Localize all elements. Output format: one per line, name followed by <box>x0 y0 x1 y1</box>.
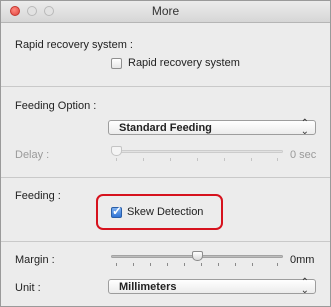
margin-slider-tick <box>133 263 134 266</box>
more-dialog-window: More Rapid recovery system : Rapid recov… <box>0 0 331 307</box>
margin-slider-tick <box>150 263 151 266</box>
rapid-recovery-checkbox-label[interactable]: Rapid recovery system <box>128 57 240 69</box>
margin-value: 0mm <box>290 254 315 266</box>
margin-slider-tick <box>184 263 185 266</box>
margin-slider-tick <box>277 263 278 266</box>
section-divider <box>1 86 330 87</box>
feeding-section-label: Feeding : <box>15 190 61 202</box>
margin-slider-tick <box>218 263 219 266</box>
delay-slider-thumb[interactable] <box>111 146 122 156</box>
delay-slider-tick <box>197 158 198 161</box>
margin-slider-tick <box>235 263 236 266</box>
delay-value: 0 sec <box>290 149 317 161</box>
margin-slider[interactable] <box>111 249 283 269</box>
delay-slider-tick <box>224 158 225 161</box>
margin-slider-thumb[interactable] <box>192 251 203 261</box>
rapid-recovery-checkbox[interactable] <box>111 58 122 69</box>
select-arrows-icon: ⌃ ⌄ <box>300 277 309 296</box>
margin-slider-tick <box>167 263 168 266</box>
delay-slider-track <box>111 150 283 153</box>
margin-slider-tick <box>252 263 253 266</box>
unit-select[interactable]: Millimeters ⌃ ⌄ <box>108 277 316 296</box>
select-arrows-icon: ⌃ ⌄ <box>300 118 309 137</box>
feeding-option-select-value: Standard Feeding <box>119 122 212 134</box>
delay-slider-tick <box>277 158 278 161</box>
margin-slider-tick <box>201 263 202 266</box>
unit-label: Unit : <box>15 282 41 294</box>
delay-slider-tick <box>170 158 171 161</box>
delay-label: Delay : <box>15 149 50 161</box>
section-divider <box>1 241 330 242</box>
delay-slider-tick <box>251 158 252 161</box>
rapid-recovery-section-label: Rapid recovery system : <box>15 39 133 51</box>
unit-select-value: Millimeters <box>119 281 177 293</box>
delay-slider-tick <box>116 158 117 161</box>
delay-slider[interactable] <box>111 144 283 164</box>
delay-slider-tick <box>143 158 144 161</box>
feeding-option-select[interactable]: Standard Feeding ⌃ ⌄ <box>108 118 316 137</box>
margin-slider-tick <box>116 263 117 266</box>
window-title: More <box>151 4 180 18</box>
skew-detection-highlight-box <box>96 194 223 230</box>
section-divider <box>1 177 330 178</box>
title-bar[interactable]: More <box>1 1 330 23</box>
feeding-option-section-label: Feeding Option : <box>15 100 97 112</box>
margin-label: Margin : <box>15 254 55 266</box>
